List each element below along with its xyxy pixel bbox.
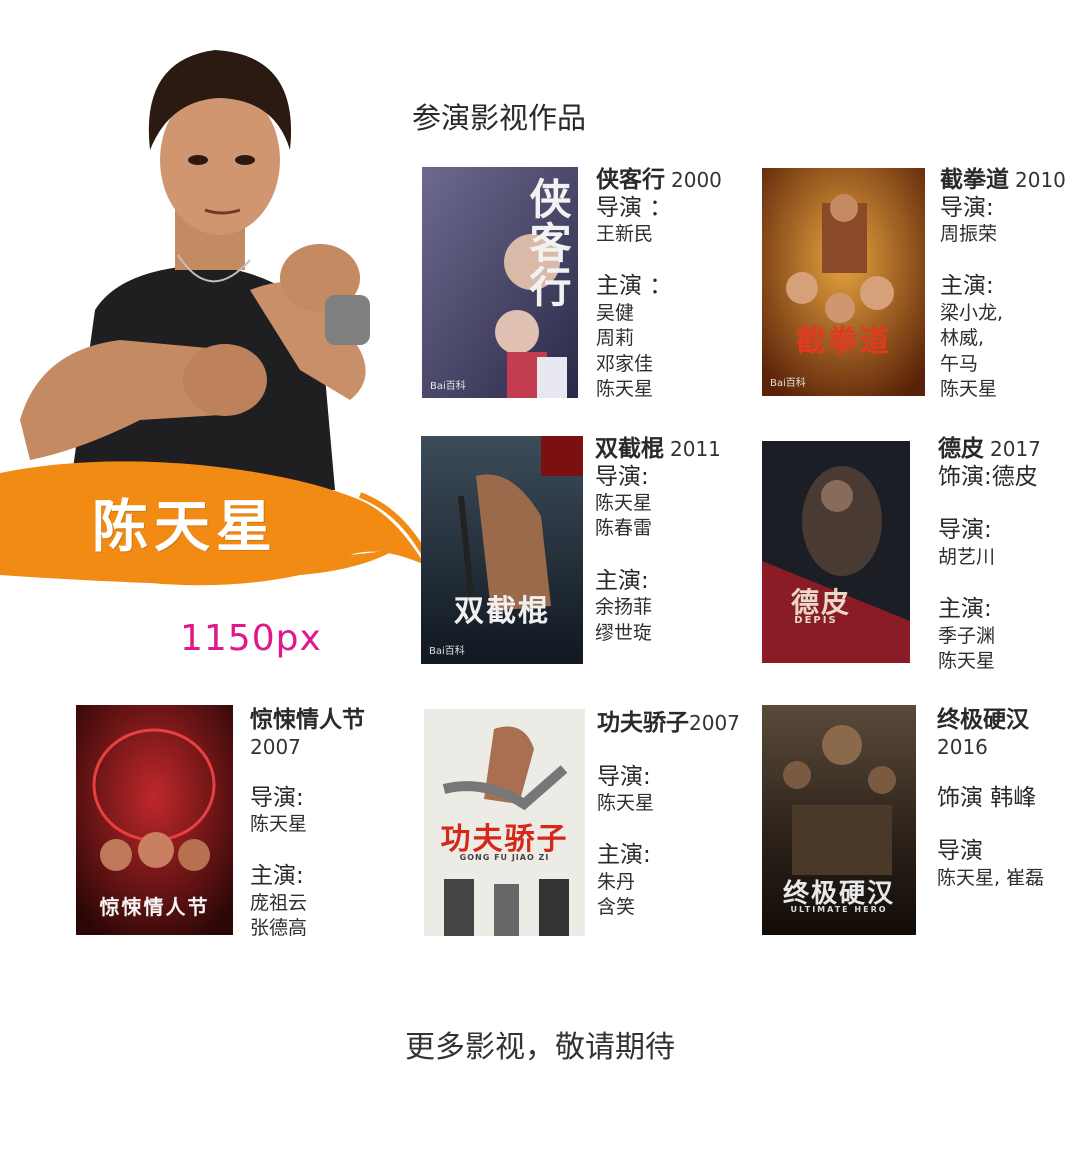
- poster-subtitle: DEPIS: [794, 615, 838, 626]
- film-year: 2017: [990, 437, 1041, 461]
- credit-name: 周莉: [596, 327, 635, 350]
- film-title[interactable]: 功夫骄子: [597, 710, 689, 736]
- film-info-shuangjiegun: 双截棍 2011 导演: 陈天星 陈春雷 主演: 余扬菲 缪世琁: [595, 436, 721, 646]
- film-poster-jingsong[interactable]: 惊悚情人节: [76, 705, 233, 935]
- film-poster-xiakexing[interactable]: 侠客行 Bai百科: [422, 167, 578, 398]
- credit-label: 导演 ：: [596, 194, 673, 221]
- film-year: 2007: [689, 711, 740, 735]
- credit-name: 含笑: [597, 896, 636, 919]
- poster-subtitle: GONG FU JIAO ZI: [459, 853, 550, 862]
- film-info-xiakexing: 侠客行 2000 导演 ：王新民主演 ：吴健 周莉 邓家佳 陈天星: [596, 167, 722, 402]
- credit-name: 午马: [940, 352, 979, 375]
- credit-name: 陈天星: [597, 792, 655, 815]
- poster-title: 惊悚情人节: [99, 895, 210, 919]
- credit-label: 主演:: [595, 567, 649, 594]
- poster-subtitle: ULTIMATE HERO: [790, 905, 888, 914]
- credit-label: 导演:: [938, 517, 992, 544]
- credit-name: 陈天星: [250, 813, 308, 836]
- credit-name: 胡艺川: [938, 545, 996, 568]
- actor-portrait: [0, 20, 420, 490]
- film-poster-gongfujiaozi[interactable]: 功夫骄子 GONG FU JIAO ZI: [424, 709, 585, 936]
- credit-name: 陈天星: [595, 492, 653, 515]
- film-year: 2010: [1015, 168, 1066, 192]
- credit-name: 陈天星: [596, 377, 654, 400]
- credit-name: 吴健: [596, 302, 635, 325]
- size-note: 1150px: [180, 618, 322, 659]
- credit-name: 庞祖云: [250, 892, 308, 915]
- credit-label: 主演:: [940, 273, 994, 300]
- film-info-depi: 德皮 2017 饰演:德皮导演: 胡艺川主演: 季子渊 陈天星: [938, 436, 1041, 674]
- credit-name: 梁小龙,: [940, 302, 1004, 325]
- film-heading: 德皮 2017: [938, 436, 1041, 464]
- film-poster-shuangjiegun[interactable]: 双截棍 Bai百科: [421, 436, 583, 664]
- film-title[interactable]: 截拳道: [940, 167, 1009, 193]
- footer-text: 更多影视，敬请期待: [405, 1030, 675, 1065]
- credit-name: 陈天星, 崔磊: [937, 866, 1045, 889]
- credit-label: 主演:: [250, 863, 304, 890]
- credit-name: 陈春雷: [595, 517, 653, 540]
- credit-label: 主演 ：: [596, 273, 673, 300]
- film-title[interactable]: 双截棍: [595, 436, 664, 462]
- credit-label: 导演:: [595, 463, 649, 490]
- film-year: 2016: [937, 734, 988, 759]
- actor-name: 陈天星: [92, 494, 278, 560]
- film-title[interactable]: 德皮: [938, 436, 984, 462]
- credit-name: 林威,: [940, 327, 985, 350]
- credit-label: 饰演 韩峰: [937, 784, 1037, 811]
- credit-label: 导演:: [250, 784, 304, 811]
- film-heading: 终极硬汉 2016: [937, 707, 1044, 759]
- credit-name: 朱丹: [597, 871, 636, 894]
- credit-name: 王新民: [596, 223, 654, 246]
- film-year: 2007: [250, 734, 301, 759]
- film-title[interactable]: 侠客行: [596, 167, 665, 193]
- poster-title: 双截棍: [454, 594, 550, 629]
- credit-name: 周振荣: [940, 223, 998, 246]
- film-info-jiequandao: 截拳道 2010 导演: 周振荣 主演: 梁小龙, 林威, 午马 陈天星: [940, 167, 1066, 402]
- credit-name: 余扬菲: [595, 596, 653, 619]
- film-year: 2000: [671, 168, 722, 192]
- poster-title: 截拳道: [795, 324, 892, 359]
- film-poster-jiequandao[interactable]: 截拳道 Bai百科: [762, 168, 925, 396]
- credit-name: 陈天星: [940, 377, 998, 400]
- credit-label: 导演:: [597, 763, 651, 790]
- film-poster-depi[interactable]: 德皮 DEPIS: [762, 441, 910, 663]
- film-poster-zhongjiyinghan[interactable]: 终极硬汉 ULTIMATE HERO: [762, 705, 916, 935]
- credit-label: 主演:: [938, 596, 992, 623]
- credit-name: 邓家佳: [596, 352, 654, 375]
- film-year: 2011: [670, 437, 721, 461]
- credit-label: 主演:: [597, 842, 651, 869]
- poster-title: 功夫骄子: [440, 822, 569, 857]
- film-heading: 功夫骄子2007: [597, 710, 740, 738]
- film-heading: 双截棍 2011: [595, 436, 721, 464]
- credit-label: 导演: [937, 838, 983, 865]
- credit-name: 缪世琁: [595, 621, 653, 644]
- film-heading: 侠客行 2000: [596, 167, 722, 195]
- film-heading: 惊悚情人节 2007: [250, 707, 365, 759]
- credit-name: 陈天星: [938, 649, 996, 672]
- film-info-jingsong: 惊悚情人节 2007 导演: 陈天星主演: 庞祖云 张德高: [250, 707, 365, 942]
- film-title[interactable]: 终极硬汉: [937, 707, 1029, 733]
- credit-name: 季子渊: [938, 624, 996, 647]
- section-title: 参演影视作品: [412, 101, 587, 135]
- credit-label: 饰演:德皮: [938, 463, 1038, 490]
- film-title[interactable]: 惊悚情人节: [250, 707, 365, 733]
- credit-name: 张德高: [250, 917, 308, 940]
- film-info-zhongjiyinghan: 终极硬汉 2016 饰演 韩峰导演 陈天星, 崔磊: [937, 707, 1044, 891]
- film-heading: 截拳道 2010: [940, 167, 1066, 195]
- credit-label: 导演:: [940, 194, 994, 221]
- film-info-gongfujiaozi: 功夫骄子2007 导演: 陈天星主演: 朱丹 含笑: [597, 710, 740, 921]
- poster-title: 侠客行: [523, 177, 572, 309]
